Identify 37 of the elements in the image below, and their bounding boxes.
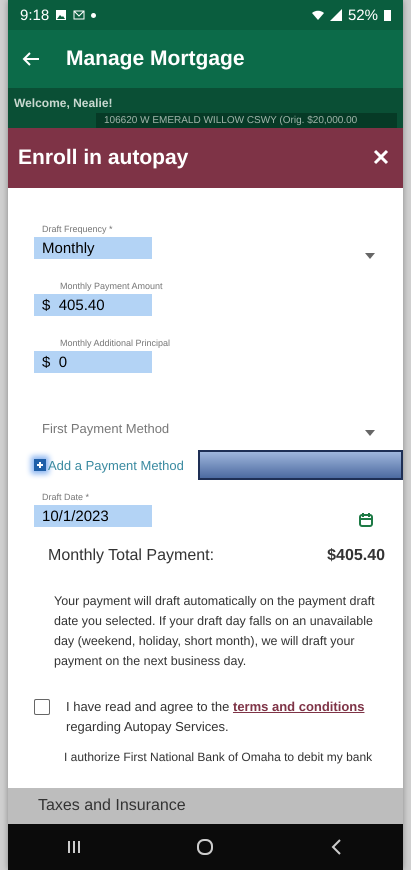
dropdown-icon[interactable] — [365, 253, 375, 259]
date-field[interactable]: 10/1/2023 — [34, 505, 152, 527]
battery-percent: 52% — [348, 6, 378, 24]
signal-icon — [330, 9, 342, 21]
wifi-icon — [312, 9, 324, 21]
mail-icon — [73, 9, 86, 21]
account-select[interactable]: 106620 W EMERALD WILLOW CSWY (Orig. $20,000.00 — [96, 113, 397, 128]
dot-icon — [91, 12, 96, 18]
terms-checkbox[interactable] — [34, 699, 50, 715]
back-arrow-icon[interactable] — [22, 50, 40, 68]
plus-icon — [34, 459, 46, 471]
agreement-text: I have read and agree to the terms and conditions regarding Autopay Services. — [66, 698, 366, 736]
total-label: Monthly Total Payment: — [48, 547, 214, 565]
battery-icon — [384, 9, 391, 21]
add-payment-link[interactable]: Add a Payment Method — [34, 458, 184, 472]
field-label: Draft Frequency * — [42, 224, 114, 234]
amount-field[interactable]: $ 0 — [34, 351, 152, 373]
field-label: Monthly Additional Principal — [60, 338, 170, 348]
payment-method-select[interactable]: First Payment Method — [42, 395, 170, 436]
authorization-text: I authorize First National Bank of Omaha to debit my bank — [64, 749, 372, 765]
page-title: Manage Mortgage — [66, 47, 245, 71]
section-bar[interactable]: Taxes and Insurance — [8, 788, 403, 824]
close-icon[interactable] — [373, 149, 389, 165]
calendar-icon[interactable] — [359, 513, 373, 527]
autopay-notice: Your payment will draft automatically on the payment draft date you selected. If your draft day falls on an unavailable day (weekend, holiday, short month), we will draft your payment on the next business day. — [54, 593, 376, 670]
field-label: Monthly Payment Amount — [60, 281, 163, 291]
welcome-text: Welcome, Nealie! — [14, 96, 112, 110]
terms-link[interactable]: terms and conditions — [232, 699, 364, 714]
image-icon — [55, 9, 68, 21]
total-amount: $405.40 — [327, 547, 385, 565]
home-icon[interactable] — [196, 838, 214, 856]
dropdown-icon[interactable] — [365, 430, 375, 436]
amount-field[interactable]: $ 405.40 — [34, 294, 152, 316]
select-field[interactable]: Monthly — [34, 237, 152, 259]
status-time: 9:18 — [20, 6, 50, 24]
dialog-title: Enroll in autopay — [18, 146, 188, 170]
field-label: Draft Date * — [42, 492, 90, 502]
